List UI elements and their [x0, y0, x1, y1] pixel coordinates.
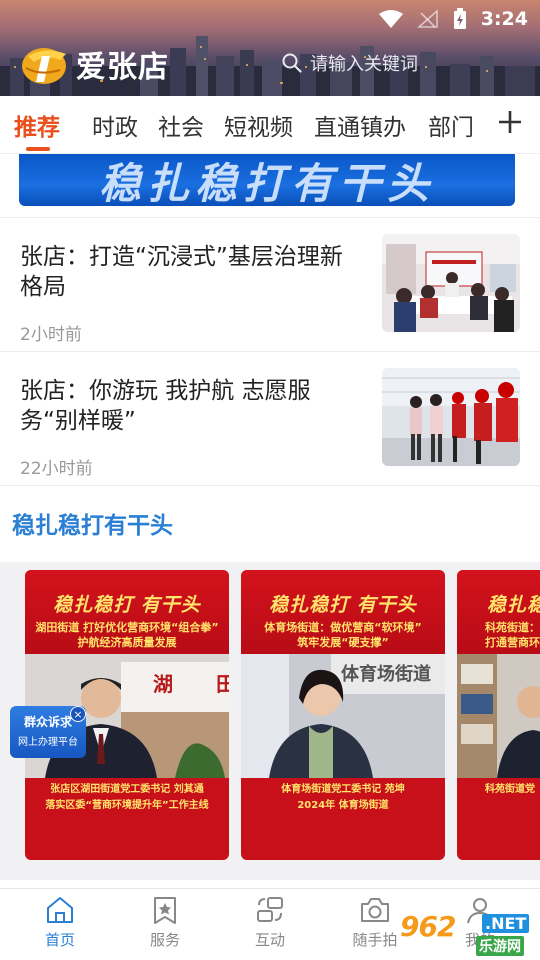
card-caption: 科苑街道党 — [457, 782, 540, 798]
search-bar[interactable]: 请输入关键词 — [282, 50, 418, 76]
news-title[interactable]: 张店：你游玩 我护航 志愿服务“别样暖” — [20, 376, 360, 436]
nav-label: 首页 — [44, 931, 75, 949]
divider — [0, 485, 540, 486]
card-header: 稳扎稳打 有干头 体育场街道：做优营商“软环境” 筑牢发展“硬支撑” — [241, 570, 445, 654]
nav-interact[interactable]: 互动 — [230, 895, 310, 950]
search-placeholder[interactable]: 请输入关键词 — [310, 50, 418, 76]
no-signal-icon — [416, 9, 438, 28]
card-caption-line: 张店区湖田街道党工委书记 刘其通 — [50, 784, 204, 795]
news-item[interactable]: 张店：你游玩 我护航 志愿服务“别样暖” 22小时前 — [0, 352, 540, 486]
card-brand-title: 稳扎稳打 有干头 — [53, 594, 201, 616]
tab-towns[interactable]: 直通镇办 — [314, 108, 406, 142]
news-thumbnail[interactable] — [382, 368, 520, 466]
site-watermark: 962 .NET 乐游网 — [400, 910, 534, 956]
category-tabs: 推荐 时政 社会 短视频 直通镇办 部门 — [0, 96, 540, 154]
tab-recommend[interactable]: 推荐 — [14, 108, 60, 142]
tab-society[interactable]: 社会 — [158, 108, 204, 142]
tab-departments[interactable]: 部门 — [428, 108, 474, 142]
battery-charging-icon — [453, 8, 466, 29]
star-bookmark-icon — [154, 897, 176, 924]
card-brand-title: 稳扎稳打 有干头 — [269, 594, 417, 616]
app-header: 3:24 爱张店 请输入关键词 — [0, 0, 540, 96]
card-subtitle-line: 科苑街道： — [485, 621, 540, 634]
camera-icon — [361, 898, 389, 922]
nav-service[interactable]: 服务 — [125, 895, 205, 950]
nav-home[interactable]: 首页 — [20, 895, 100, 950]
card-sign-text: 体育场街道 — [341, 664, 431, 685]
card-sign-text: 湖 田 — [153, 672, 229, 696]
card-subtitle-line: 筑牢发展“硬支撑” — [297, 636, 389, 649]
news-time: 22小时前 — [20, 459, 93, 479]
search-icon — [282, 53, 302, 73]
card-subtitle-line: 打通营商环 — [485, 636, 540, 649]
section-title[interactable]: 稳扎稳打有干头 — [12, 506, 173, 540]
close-badge-icon[interactable]: × — [70, 706, 86, 722]
active-tab-indicator — [26, 147, 50, 151]
watermark-net: .NET — [482, 914, 530, 933]
video-card[interactable]: 稳扎稳打 有干头 体育场街道：做优营商“软环境” 筑牢发展“硬支撑” 体育场街道… — [241, 570, 445, 860]
card-header: 稳扎稳打 有干头 湖田街道 打好优化营商环境“组合拳” 护航经济高质量发展 — [25, 570, 229, 654]
card-caption: 体育场街道党工委书记 苑坤 2024年 体育场街道 — [241, 782, 445, 814]
card-subtitle-line: 护航经济高质量发展 — [77, 636, 177, 649]
card-photo — [457, 654, 540, 778]
tab-politics[interactable]: 时政 — [92, 108, 138, 142]
nav-label: 互动 — [254, 931, 285, 949]
card-subtitle: 体育场街道：做优营商“软环境” 筑牢发展“硬支撑” — [241, 620, 445, 650]
card-caption: 张店区湖田街道党工委书记 刘其通 落实区委“营商环境提升年”工作主线 — [25, 782, 229, 814]
card-caption-line: 2024年 体育场街道 — [297, 800, 389, 811]
app-logo-icon — [22, 48, 66, 84]
news-title[interactable]: 张店：打造“沉浸式”基层治理新格局 — [20, 242, 360, 302]
card-caption-line: 科苑街道党 — [485, 784, 535, 795]
video-card[interactable]: 稳扎稳打 有干头 科苑街道： 打通营商环 科苑街道党 — [457, 570, 540, 860]
card-header: 稳扎稳打 有干头 科苑街道： 打通营商环 — [457, 570, 540, 654]
status-bar: 3:24 — [378, 6, 528, 32]
card-brand-title: 稳扎稳打 有干头 — [487, 594, 540, 616]
watermark-main: 962 — [400, 910, 456, 943]
card-caption-line: 落实区委“营商环境提升年”工作主线 — [45, 800, 209, 811]
card-caption-line: 体育场街道党工委书记 苑坤 — [281, 784, 405, 795]
top-banner[interactable]: 稳扎稳打有干头 — [19, 154, 515, 206]
news-thumbnail[interactable] — [382, 234, 520, 332]
banner-text: 稳扎稳打有干头 — [98, 159, 435, 206]
card-subtitle-line: 体育场街道：做优营商“软环境” — [264, 621, 422, 634]
interact-icon — [257, 897, 283, 922]
badge-line2: 网上办理平台 — [18, 737, 78, 748]
card-subtitle: 科苑街道： 打通营商环 — [457, 620, 540, 650]
app-logo: 爱张店 — [20, 42, 169, 86]
app-name: 爱张店 — [76, 50, 169, 85]
news-item[interactable]: 张店：打造“沉浸式”基层治理新格局 2小时前 — [0, 218, 540, 352]
nav-label: 服务 — [149, 931, 180, 949]
card-subtitle-line: 湖田街道 打好优化营商环境“组合拳” — [35, 621, 219, 634]
plus-icon — [499, 111, 521, 133]
wifi-icon — [378, 10, 403, 28]
watermark-sub: 乐游网 — [476, 936, 524, 956]
news-time: 2小时前 — [20, 325, 82, 345]
home-icon — [47, 897, 73, 923]
card-subtitle: 湖田街道 打好优化营商环境“组合拳” 护航经济高质量发展 — [25, 620, 229, 650]
status-time: 3:24 — [480, 8, 528, 30]
add-channel-button[interactable] — [492, 104, 528, 140]
tab-short-video[interactable]: 短视频 — [224, 108, 293, 142]
